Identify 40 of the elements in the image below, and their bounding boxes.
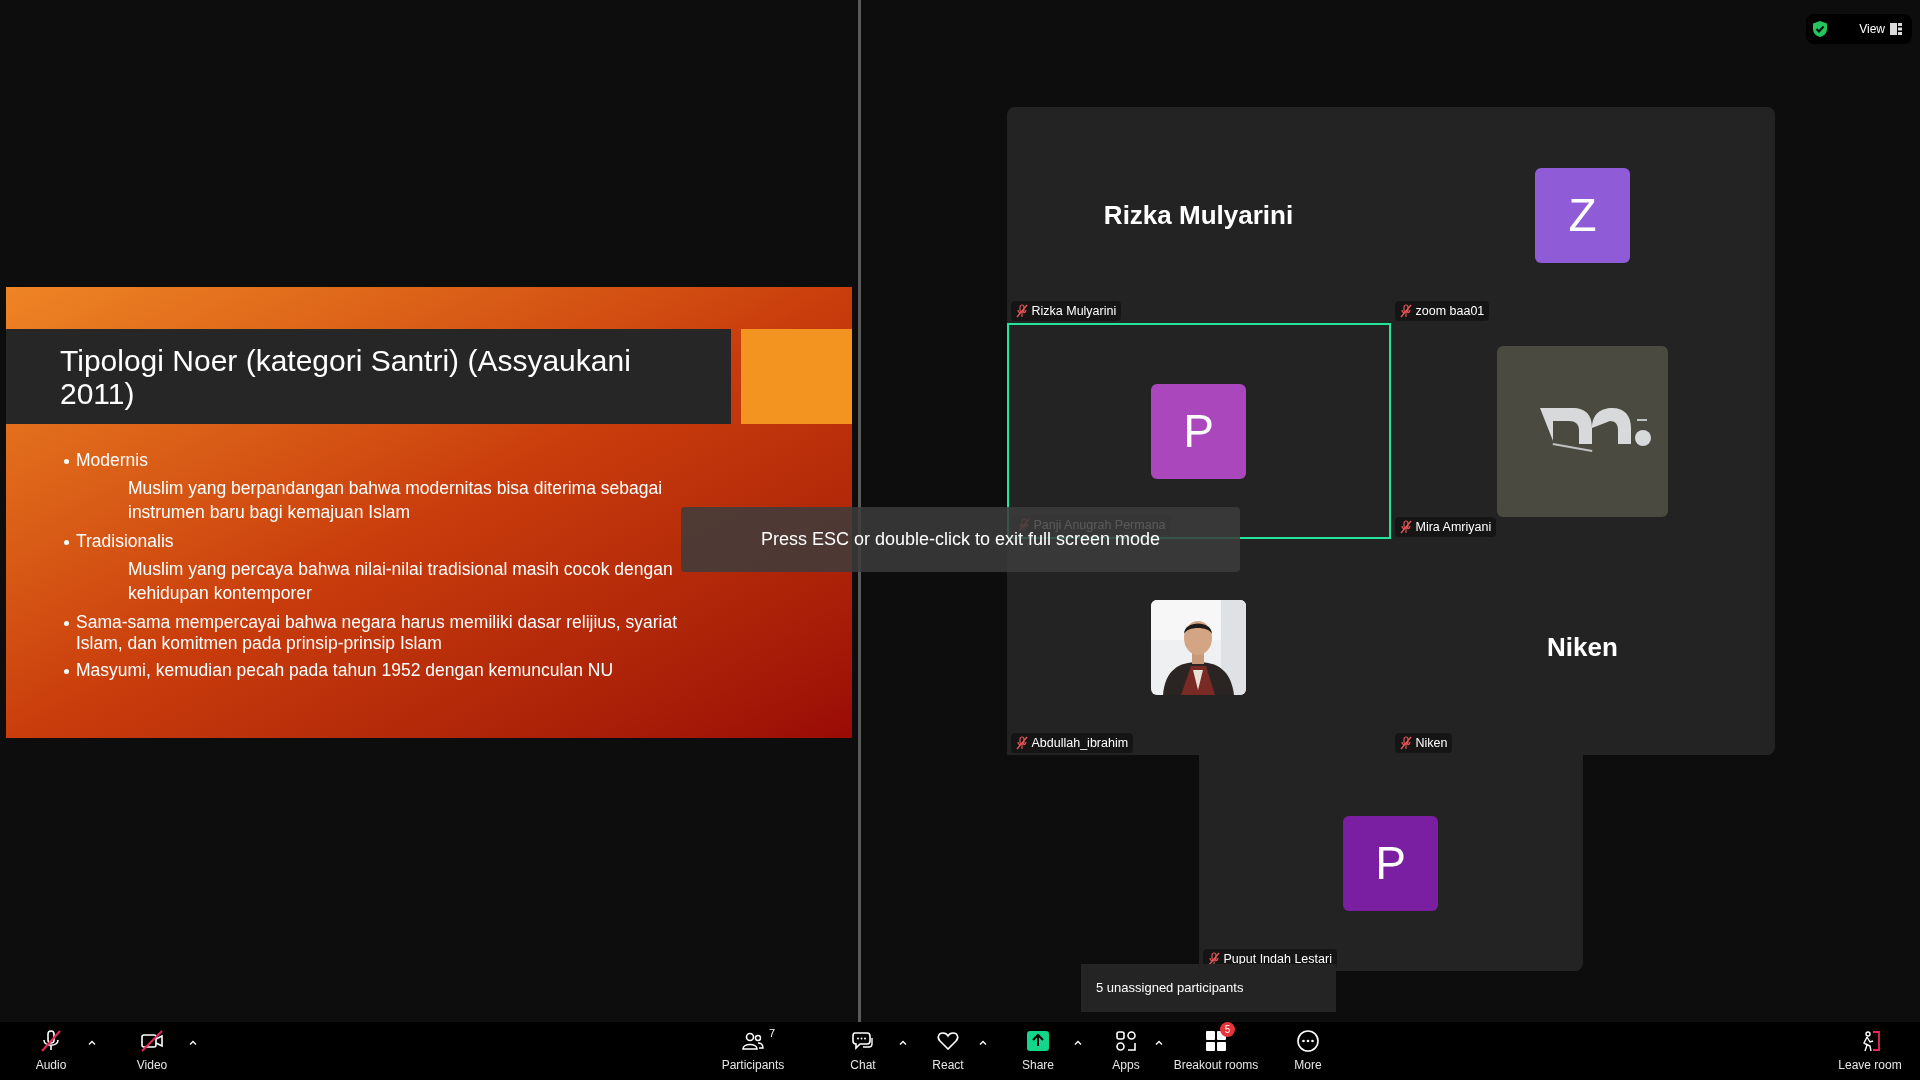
- count-badge: 5: [1220, 1021, 1235, 1037]
- avatar-tile: Z: [1535, 167, 1630, 263]
- avatar-tile: P: [1343, 815, 1438, 911]
- participant-display-name: Niken: [1547, 630, 1618, 664]
- participants-button[interactable]: 7 Participants: [708, 1025, 798, 1077]
- unassigned-tooltip: 5 unassigned participants: [1081, 964, 1336, 1012]
- sub-bullet-text: Muslim yang berpandangan bahwa modernitas bisa diterima sebagai instrumen baru bagi kemajuan Islam: [128, 478, 663, 522]
- participant-display-name: Rizka Mulyarini: [1103, 198, 1294, 232]
- more-button[interactable]: More: [1278, 1025, 1338, 1077]
- caret-icon: [1154, 1040, 1163, 1045]
- apps-icon: [1114, 1028, 1138, 1053]
- bullet-text: Sama-sama mempercayai bahwa negara harus memiliki dasar relijius, syariat Islam, dan komitmen pada prinsip-prinsip Islam: [76, 612, 679, 654]
- sub-bullet-text: Muslim yang percaya bahwa nilai-nilai tradisional masih cocok dengan kehidupan kontemporer: [128, 559, 673, 603]
- name-label: Abdullah_ibrahim: [1010, 733, 1134, 753]
- view-button[interactable]: View: [1859, 20, 1906, 38]
- caret-icon: [88, 1040, 96, 1045]
- audio-button[interactable]: Audio: [20, 1025, 82, 1077]
- caret-icon: [899, 1040, 907, 1045]
- name-label: Mira Amriyani: [1394, 517, 1497, 537]
- share-button[interactable]: Share: [1008, 1025, 1068, 1077]
- bullet-text: Tradisionalis: [76, 531, 174, 552]
- caret-icon: [189, 1040, 197, 1045]
- react-button[interactable]: React: [923, 1025, 973, 1077]
- name-label: Niken: [1394, 733, 1453, 753]
- name-label: Rizka Mulyarini: [1010, 301, 1122, 321]
- name-label: zoom baa01: [1394, 301, 1490, 321]
- slide-title: Tipologi Noer (kategori Santri) (Assyaukani 2011): [60, 343, 632, 410]
- apps-button[interactable]: Apps: [1101, 1025, 1151, 1077]
- more-icon: [1296, 1028, 1320, 1053]
- bullet-text: Modernis: [76, 450, 148, 471]
- avatar-tile: P: [1151, 383, 1246, 479]
- chat-button[interactable]: Chat: [833, 1025, 893, 1077]
- layout-icon: [1890, 23, 1902, 35]
- shield-check-icon: [1812, 20, 1828, 38]
- video-button[interactable]: Video: [121, 1025, 183, 1077]
- caret-icon: [979, 1040, 987, 1045]
- participant-count: 7: [769, 1025, 776, 1041]
- bullet-text: Masyumi, kemudian pecah pada tahun 1952 dengan kemunculan NU: [76, 660, 613, 681]
- caret-icon: [1074, 1040, 1082, 1045]
- leave-button[interactable]: Leave room: [1830, 1025, 1910, 1077]
